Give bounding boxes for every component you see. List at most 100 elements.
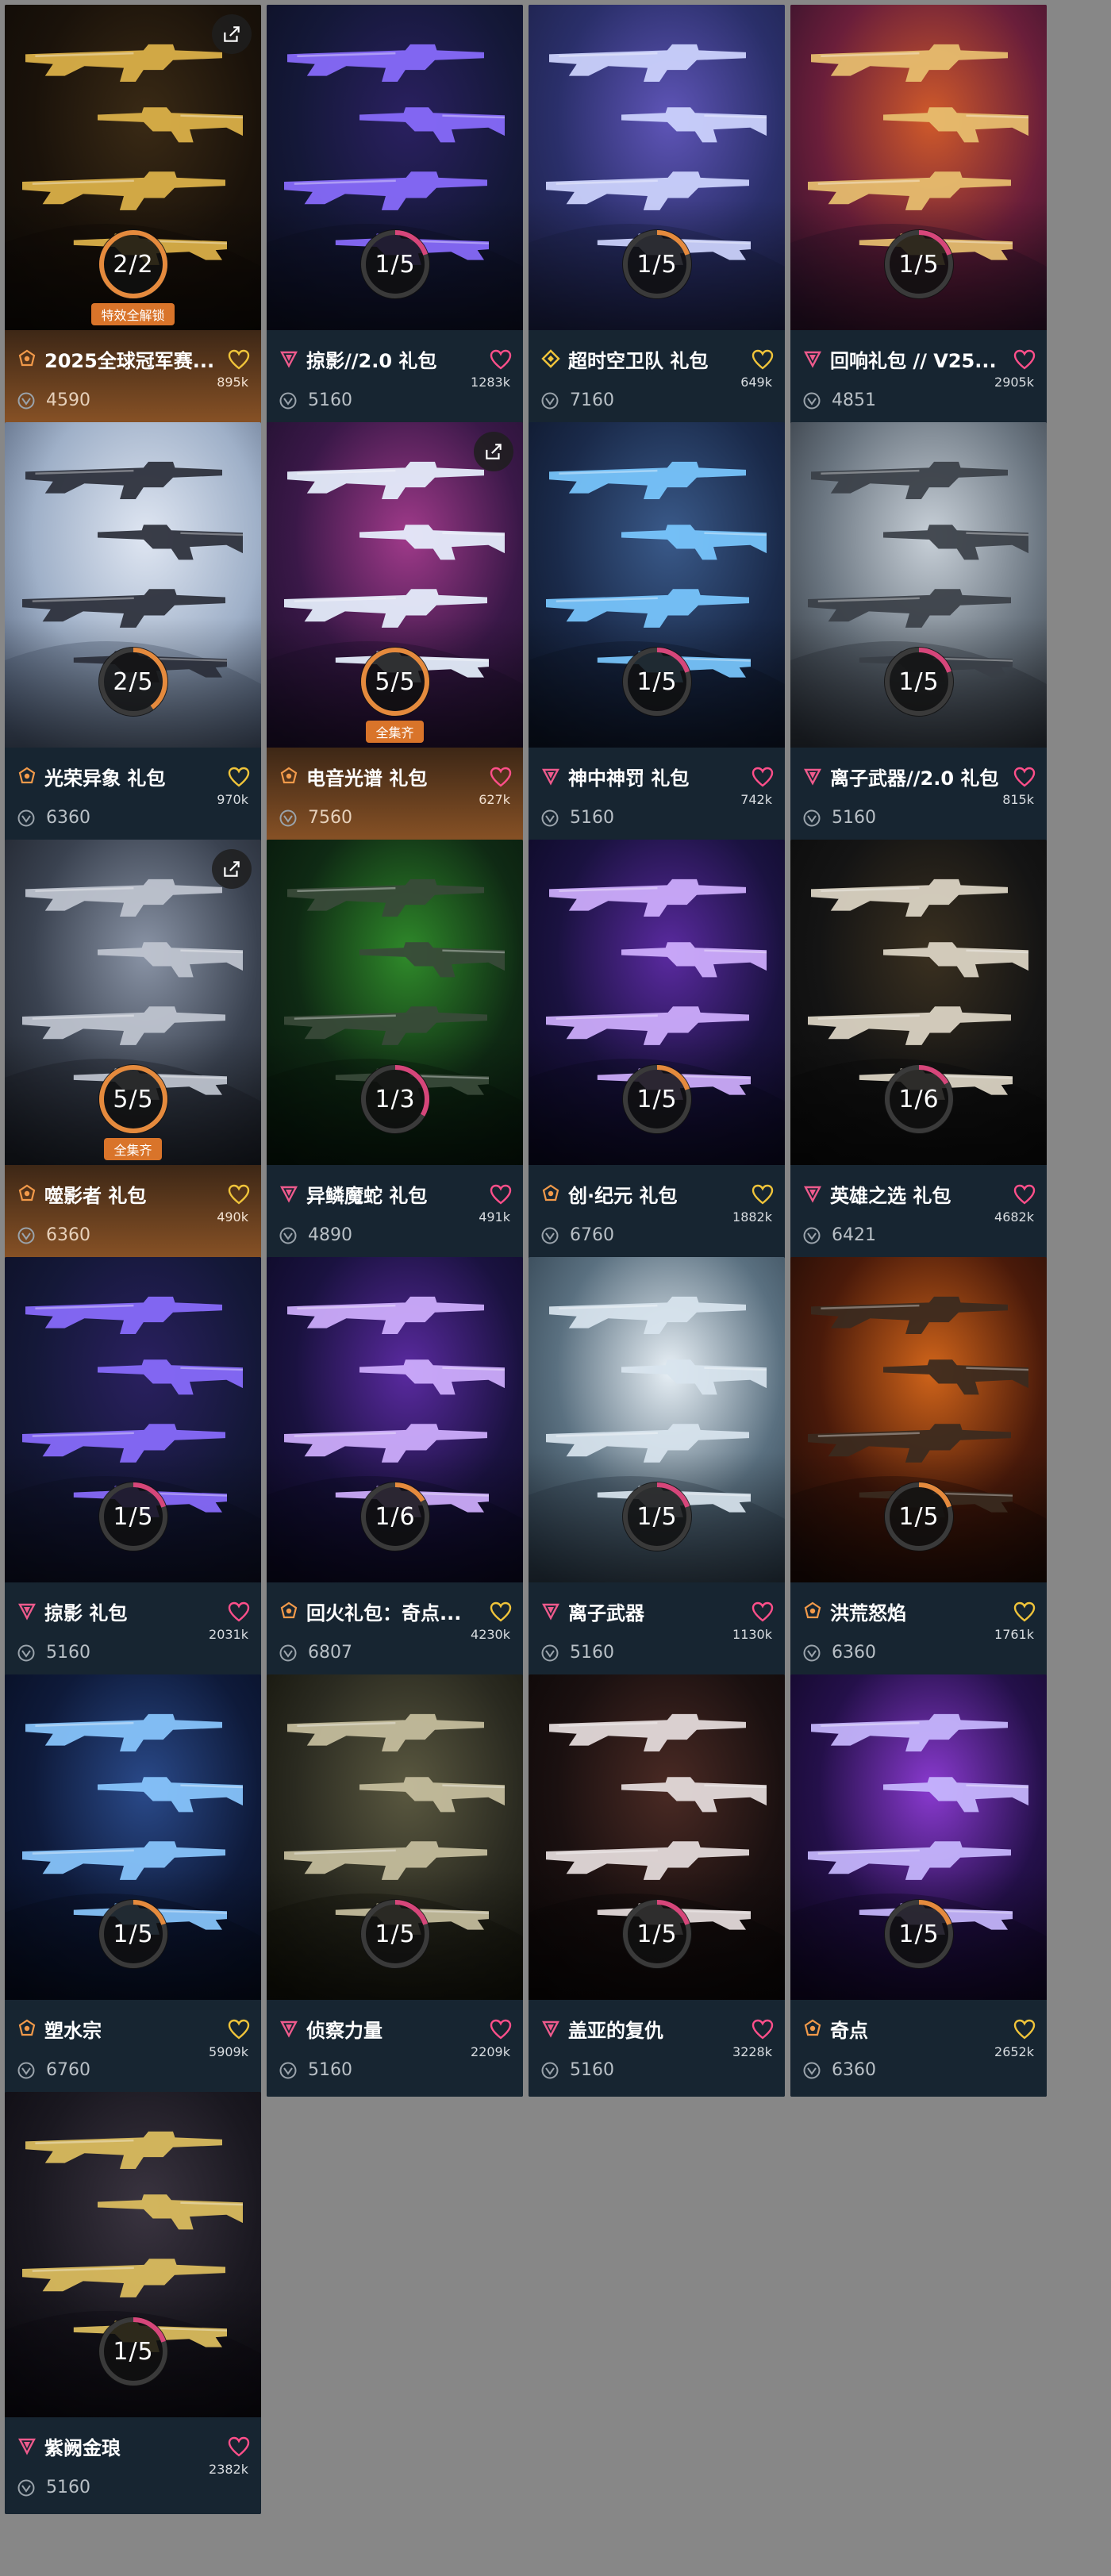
collection-progress-ring: 5/5 xyxy=(96,1062,171,1136)
price-row: 4890 xyxy=(279,1225,352,1245)
bundle-name: 回响礼包 // V25... xyxy=(830,349,997,372)
heart-icon[interactable] xyxy=(752,1601,774,1622)
price-row: 6760 xyxy=(541,1225,614,1245)
collection-progress-ring: 1/5 xyxy=(620,1062,694,1136)
bundle-artwork: 1/3 xyxy=(267,840,523,1165)
heart-icon[interactable] xyxy=(228,1184,250,1205)
exclusive-tier-icon xyxy=(542,768,559,786)
progress-text: 1/5 xyxy=(113,1502,154,1531)
bundle-card[interactable]: 1/5 奇点 6360 2652k xyxy=(790,1674,1047,2097)
like-count: 2209k xyxy=(471,2044,510,2059)
bundle-card[interactable]: 1/5 盖亚的复仇 5160 3228k xyxy=(529,1674,785,2097)
bundle-card[interactable]: 1/5 紫阙金琅 5160 2382k xyxy=(5,2092,261,2514)
bundle-artwork: 1/5 xyxy=(5,2092,261,2417)
bundle-card-footer: 离子武器//2.0 礼包 5160 815k xyxy=(790,748,1047,844)
heart-icon[interactable] xyxy=(228,349,250,370)
heart-icon[interactable] xyxy=(228,2019,250,2040)
heart-icon[interactable] xyxy=(1013,1184,1036,1205)
bundle-card[interactable]: 1/5 掠影//2.0 礼包 5160 1283k xyxy=(267,5,523,427)
price-row: 5160 xyxy=(279,390,352,410)
weapon-skin-image xyxy=(806,37,1013,89)
weapon-skin-image xyxy=(544,1289,751,1341)
heart-icon[interactable] xyxy=(1013,349,1036,370)
heart-icon[interactable] xyxy=(228,767,250,787)
heart-icon[interactable] xyxy=(752,767,774,787)
bundle-card[interactable]: 1/5 离子武器//2.0 礼包 5160 815k xyxy=(790,422,1047,844)
progress-text: 1/3 xyxy=(375,1085,416,1113)
bundle-card[interactable]: 1/5 神中神罚 礼包 5160 742k xyxy=(529,422,785,844)
ultra-tier-icon xyxy=(18,1184,36,1201)
heart-icon[interactable] xyxy=(752,2019,774,2040)
bundle-price: 5160 xyxy=(570,808,614,828)
heart-icon[interactable] xyxy=(490,2019,512,2040)
collection-progress-ring: 1/5 xyxy=(620,227,694,302)
bundle-card[interactable]: 1/5 离子武器 5160 1130k xyxy=(529,1257,785,1679)
bundle-artwork: 1/6 xyxy=(790,840,1047,1165)
bundle-card[interactable]: 1/5 洪荒怒焰 6360 1761k xyxy=(790,1257,1047,1679)
bundle-card[interactable]: 2/5 光荣异象 礼包 6360 970k xyxy=(5,422,261,844)
bundle-artwork: 1/5 xyxy=(5,1674,261,2000)
weapon-skin-image xyxy=(275,1416,497,1470)
price-row: 6760 xyxy=(17,2060,90,2080)
weapon-skin-image xyxy=(306,935,523,984)
heart-icon[interactable] xyxy=(1013,2019,1036,2040)
price-row: 4851 xyxy=(803,390,876,410)
collection-badge-label: 全集齐 xyxy=(104,1138,162,1160)
weapon-skin-image xyxy=(283,454,489,506)
progress-text: 2/2 xyxy=(113,250,154,279)
progress-text: 1/5 xyxy=(898,1502,940,1531)
bundle-card[interactable]: 1/5 塑水宗 6760 5909k xyxy=(5,1674,261,2097)
weapon-skin-image xyxy=(830,1770,1047,1819)
vp-currency-icon xyxy=(803,1644,821,1661)
vp-currency-icon xyxy=(17,1227,35,1244)
bundle-card[interactable]: 2/2 特效全解锁 2025全球冠军赛... 4590 895k xyxy=(5,5,261,427)
heart-icon[interactable] xyxy=(228,2436,250,2457)
bundle-card[interactable]: 1/5 超时空卫队 礼包 7160 649k xyxy=(529,5,785,427)
vp-currency-icon xyxy=(279,1644,297,1661)
bundle-card[interactable]: 5/5 全集齐 噬影者 礼包 6360 490k xyxy=(5,840,261,1262)
share-button[interactable] xyxy=(212,849,252,889)
bundle-card-footer: 侦察力量 5160 2209k xyxy=(267,2000,523,2097)
progress-text: 5/5 xyxy=(375,667,416,696)
bundle-name: 洪荒怒焰 xyxy=(830,1601,906,1624)
bundle-card[interactable]: 1/6 英雄之选 礼包 6421 4682k xyxy=(790,840,1047,1262)
ultra-tier-icon xyxy=(18,767,36,784)
bundle-card[interactable]: 1/5 创·纪元 礼包 6760 1882k xyxy=(529,840,785,1262)
bundle-card-footer: 回火礼包：奇点... 6807 4230k xyxy=(267,1582,523,1679)
heart-icon[interactable] xyxy=(228,1601,250,1622)
bundle-price: 5160 xyxy=(570,2060,614,2080)
share-button[interactable] xyxy=(474,432,513,471)
collection-badge: 全集齐 xyxy=(267,721,523,743)
heart-icon[interactable] xyxy=(490,1184,512,1205)
exclusive-tier-icon xyxy=(280,1186,298,1203)
bundle-card[interactable]: 1/6 回火礼包：奇点... 6807 4230k xyxy=(267,1257,523,1679)
vp-currency-icon xyxy=(279,809,297,826)
ultra-tier-icon xyxy=(542,1184,559,1201)
bundle-card[interactable]: 1/5 回响礼包 // V25... 4851 2905k xyxy=(790,5,1047,427)
bundle-artwork: 1/6 xyxy=(267,1257,523,1582)
progress-text: 1/5 xyxy=(113,2337,154,2366)
bundle-card[interactable]: 5/5 全集齐 电音光谱 礼包 7560 627k xyxy=(267,422,523,844)
share-button[interactable] xyxy=(212,14,252,54)
heart-icon[interactable] xyxy=(1013,1601,1036,1622)
bundle-price: 5160 xyxy=(570,1643,614,1663)
weapon-skin-image xyxy=(568,517,785,567)
progress-text: 1/5 xyxy=(636,1920,678,1948)
bundle-price: 5160 xyxy=(308,390,352,410)
weapon-skin-image xyxy=(13,998,235,1052)
bundle-card[interactable]: 1/5 掠影 礼包 5160 2031k xyxy=(5,1257,261,1679)
bundle-name-row: 超时空卫队 礼包 xyxy=(541,346,772,372)
ultra-tier-icon xyxy=(18,349,36,367)
weapon-skin-image xyxy=(44,517,261,567)
bundle-card[interactable]: 1/5 侦察力量 5160 2209k xyxy=(267,1674,523,2097)
bundle-name-row: 异鳞魔蛇 礼包 xyxy=(279,1181,510,1207)
heart-icon[interactable] xyxy=(490,767,512,787)
heart-icon[interactable] xyxy=(490,1601,512,1622)
collection-progress-ring: 1/5 xyxy=(882,227,956,302)
heart-icon[interactable] xyxy=(1013,767,1036,787)
heart-icon[interactable] xyxy=(752,1184,774,1205)
heart-icon[interactable] xyxy=(752,349,774,370)
heart-icon[interactable] xyxy=(490,349,512,370)
bundle-card[interactable]: 1/3 异鳞魔蛇 礼包 4890 491k xyxy=(267,840,523,1262)
bundle-artwork: 1/5 xyxy=(529,1257,785,1582)
